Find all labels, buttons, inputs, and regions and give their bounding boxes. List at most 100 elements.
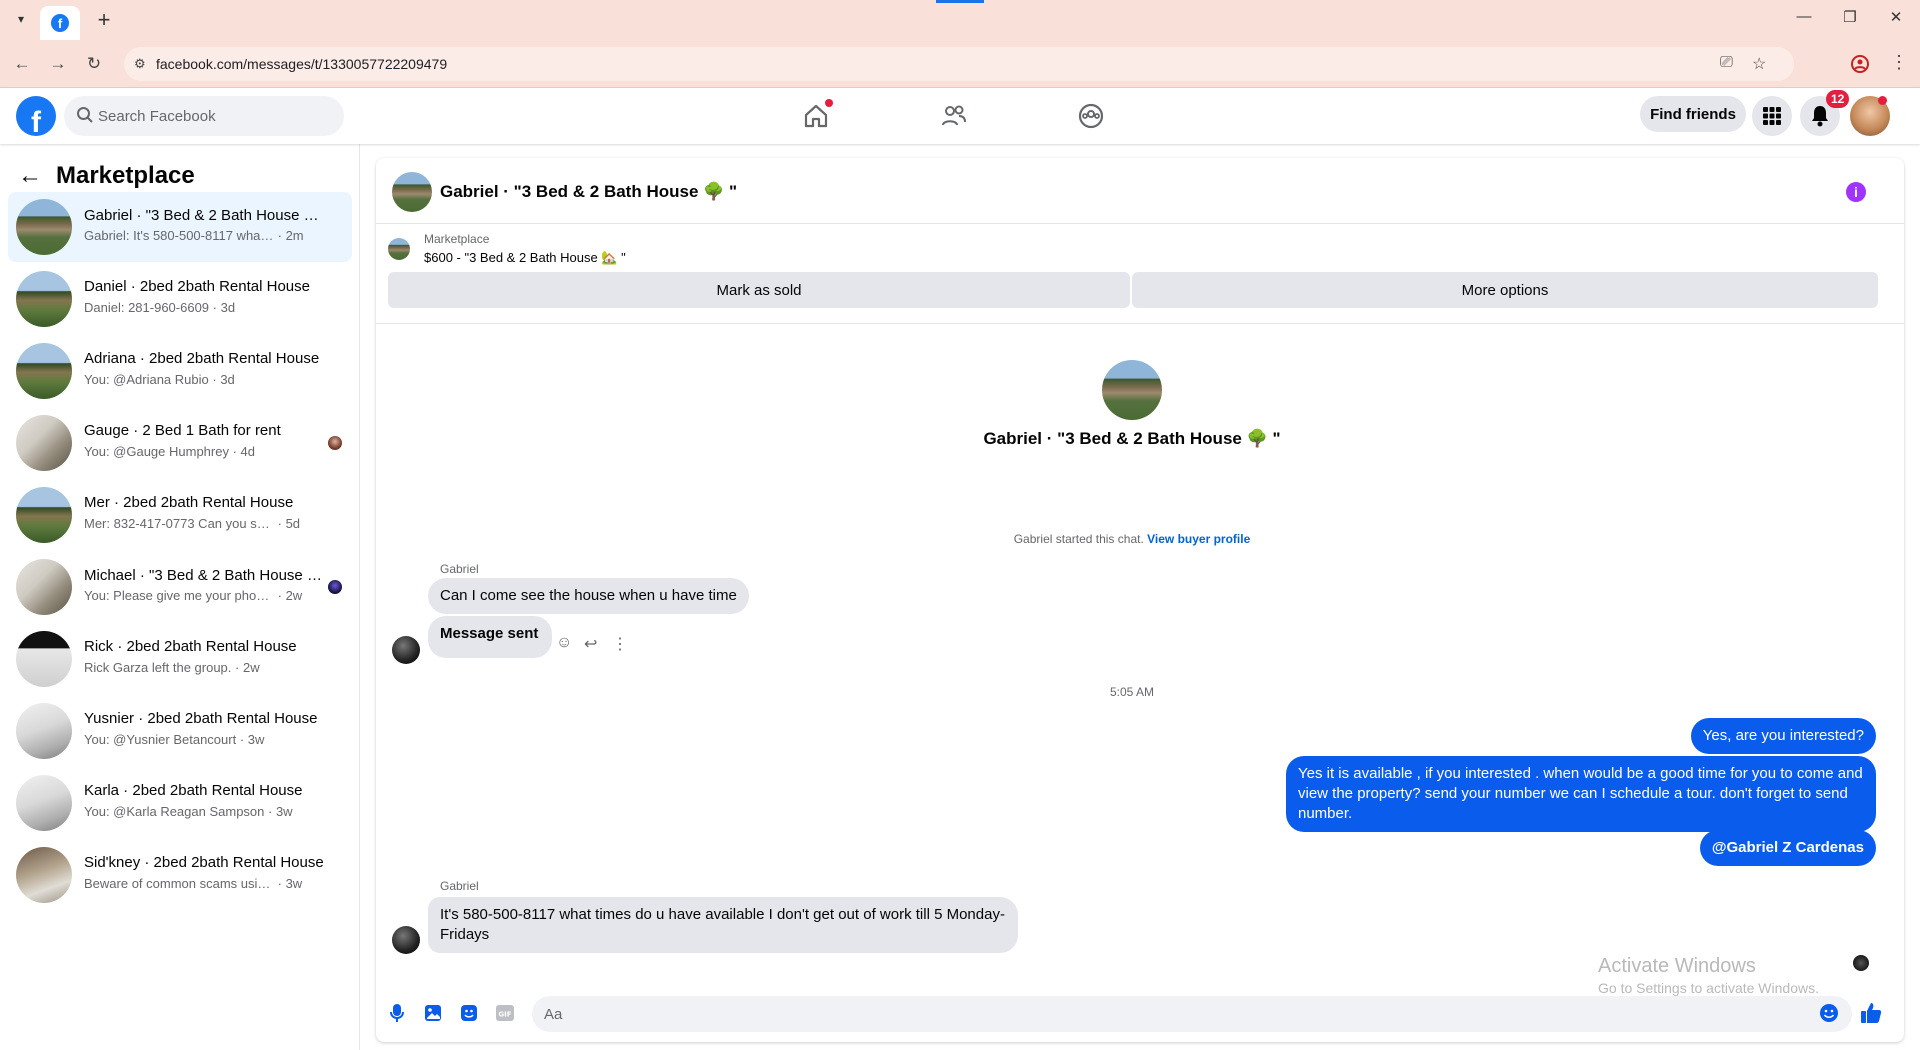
account-notification-dot: [1878, 96, 1887, 105]
conversation-item[interactable]: Yusnier · 2bed 2bath Rental House You: @…: [8, 696, 352, 766]
conversation-item[interactable]: Mer · 2bed 2bath Rental House Mer: 832-4…: [8, 480, 352, 550]
windows-activation-watermark: Activate Windows Go to Settings to activ…: [1598, 955, 1819, 996]
profile-avatar[interactable]: [1102, 360, 1162, 420]
conversation-item[interactable]: Daniel · 2bed 2bath Rental House Daniel:…: [8, 264, 352, 334]
tab-search-dropdown-icon[interactable]: ▾: [10, 8, 32, 30]
search-input[interactable]: [98, 96, 328, 136]
browser-tab-facebook[interactable]: f: [40, 6, 80, 40]
typing-avatar: [1853, 955, 1869, 971]
conversation-name: Daniel · 2bed 2bath Rental House: [84, 278, 310, 295]
notification-count-badge: 12: [1826, 90, 1850, 108]
conversation-avatar: [16, 775, 72, 831]
home-icon[interactable]: [802, 99, 833, 130]
gif-icon[interactable]: GIF: [494, 1002, 516, 1024]
url-text[interactable]: facebook.com/messages/t/1330057722209479: [156, 56, 447, 72]
find-friends-button[interactable]: Find friends: [1640, 96, 1746, 132]
photo-icon[interactable]: [422, 1002, 444, 1024]
facebook-logo-icon[interactable]: f: [16, 96, 56, 136]
sender-name: Gabriel: [440, 562, 479, 576]
more-actions-icon[interactable]: ⋮: [612, 634, 628, 654]
chat-title[interactable]: Gabriel · "3 Bed & 2 Bath House 🌳 ": [440, 182, 737, 202]
chat-avatar[interactable]: [392, 172, 432, 212]
minimize-icon[interactable]: —: [1792, 8, 1816, 25]
message-input[interactable]: [532, 996, 1852, 1032]
watermark-line-1: Activate Windows: [1598, 955, 1756, 977]
home-notification-dot: [825, 99, 833, 107]
friends-icon[interactable]: [940, 102, 968, 130]
search-icon: [77, 107, 93, 123]
incoming-message[interactable]: Message sent: [428, 616, 553, 658]
mark-as-sold-button[interactable]: Mark as sold: [388, 272, 1130, 308]
browser-menu-icon[interactable]: ⋮: [1890, 52, 1908, 73]
conversation-avatar: [16, 199, 72, 255]
listing-thumbnail[interactable]: [388, 238, 410, 260]
profile-icon[interactable]: [1848, 52, 1872, 76]
conversation-avatar: [16, 415, 72, 471]
started-text: Gabriel started this chat.: [1013, 532, 1144, 546]
forward-arrow-icon[interactable]: →: [46, 52, 70, 76]
conversation-info-icon[interactable]: i: [1846, 182, 1866, 202]
message-timestamp: 5:05 AM: [1109, 685, 1155, 699]
new-tab-button[interactable]: +: [92, 7, 116, 32]
conversation-name: Rick · 2bed 2bath Rental House: [84, 638, 297, 655]
tab-accent-bar: [936, 0, 984, 3]
conversation-avatar: [16, 847, 72, 903]
browser-tab-bar: ▾ f + — ❐ ✕: [0, 0, 1920, 40]
back-arrow-icon[interactable]: ←: [18, 162, 44, 190]
chat-started-notice: Gabriel started this chat. View buyer pr…: [376, 532, 1888, 546]
conversation-preview: Beware of common scams using payment app…: [84, 876, 303, 891]
thumbs-up-icon[interactable]: [1860, 1002, 1882, 1024]
conversation-name: Gabriel · "3 Bed & 2 Bath House 🏡 ": [84, 207, 324, 224]
reply-icon[interactable]: ↩: [584, 634, 597, 654]
conversation-name: Yusnier · 2bed 2bath Rental House: [84, 710, 318, 727]
site-info-icon[interactable]: ⚙: [134, 56, 146, 72]
conversation-item[interactable]: Michael · "3 Bed & 2 Bath House 🏡 " You:…: [8, 552, 352, 622]
more-options-button[interactable]: More options: [1132, 272, 1878, 308]
incoming-message[interactable]: Can I come see the house when u have tim…: [428, 578, 749, 614]
install-app-icon[interactable]: ⎚: [1720, 54, 1733, 72]
reload-icon[interactable]: ↻: [82, 52, 106, 76]
conversation-avatar: [16, 631, 72, 687]
conversation-name: Karla · 2bed 2bath Rental House: [84, 782, 303, 799]
back-arrow-icon[interactable]: ←: [10, 52, 34, 76]
sender-name: Gabriel: [440, 879, 479, 893]
incoming-message[interactable]: It's 580-500-8117 what times do u have a…: [428, 897, 1018, 953]
microphone-icon[interactable]: [386, 1002, 408, 1024]
conversation-item[interactable]: Gabriel · "3 Bed & 2 Bath House 🏡 " Gabr…: [8, 192, 352, 262]
conversation-preview: Gabriel: It's 580-500-8117 what times do…: [84, 228, 304, 243]
groups-icon[interactable]: [1077, 102, 1105, 130]
conversation-name: Gauge · 2 Bed 1 Bath for rent: [84, 422, 281, 439]
close-window-icon[interactable]: ✕: [1884, 8, 1908, 26]
outgoing-message[interactable]: Yes it is available , if you interested …: [1286, 756, 1876, 832]
outgoing-mention-message[interactable]: @Gabriel Z Cardenas: [1699, 830, 1876, 866]
conversation-name: Adriana · 2bed 2bath Rental House: [84, 350, 320, 367]
sender-avatar[interactable]: [392, 926, 420, 954]
address-bar[interactable]: ⚙ facebook.com/messages/t/13300577222094…: [124, 47, 1794, 81]
chat-panel: Gabriel · "3 Bed & 2 Bath House 🌳 " i Ma…: [376, 158, 1904, 1042]
listing-title[interactable]: $600 - "3 Bed & 2 Bath House 🏡 ": [424, 250, 626, 266]
restore-icon[interactable]: ❐: [1838, 8, 1862, 26]
conversation-preview: Daniel: 281-960-6609 · 3d: [84, 300, 236, 315]
menu-grid-icon[interactable]: [1752, 96, 1792, 136]
conversation-preview: You: Please give me your phone number · …: [84, 588, 303, 603]
sender-avatar[interactable]: [392, 636, 420, 664]
conversation-item[interactable]: Adriana · 2bed 2bath Rental House You: @…: [8, 336, 352, 406]
sticker-icon[interactable]: [458, 1002, 480, 1024]
conversation-item[interactable]: Rick · 2bed 2bath Rental House Rick Garz…: [8, 624, 352, 694]
emoji-icon[interactable]: [1818, 1002, 1840, 1024]
seen-avatar: [328, 436, 342, 450]
react-emoji-icon[interactable]: ☺: [556, 634, 572, 652]
sidebar-title: Marketplace: [56, 162, 195, 189]
conversation-item[interactable]: Sid'kney · 2bed 2bath Rental House Bewar…: [8, 840, 352, 910]
outgoing-message[interactable]: Yes, are you interested?: [1690, 718, 1876, 754]
bookmark-star-icon[interactable]: ☆: [1752, 54, 1766, 74]
conversation-item[interactable]: Gauge · 2 Bed 1 Bath for rent You: @Gaug…: [8, 408, 352, 478]
view-buyer-profile-link[interactable]: View buyer profile: [1147, 532, 1250, 546]
conversation-avatar: [16, 487, 72, 543]
conversation-avatar: [16, 703, 72, 759]
search-box[interactable]: [64, 96, 344, 136]
conversation-preview: Rick Garza left the group. · 2w: [84, 660, 260, 675]
conversation-item[interactable]: Karla · 2bed 2bath Rental House You: @Ka…: [8, 768, 352, 838]
profile-title: Gabriel · "3 Bed & 2 Bath House 🌳 ": [983, 429, 1281, 448]
chat-header: Gabriel · "3 Bed & 2 Bath House 🌳 " i: [376, 158, 1904, 224]
